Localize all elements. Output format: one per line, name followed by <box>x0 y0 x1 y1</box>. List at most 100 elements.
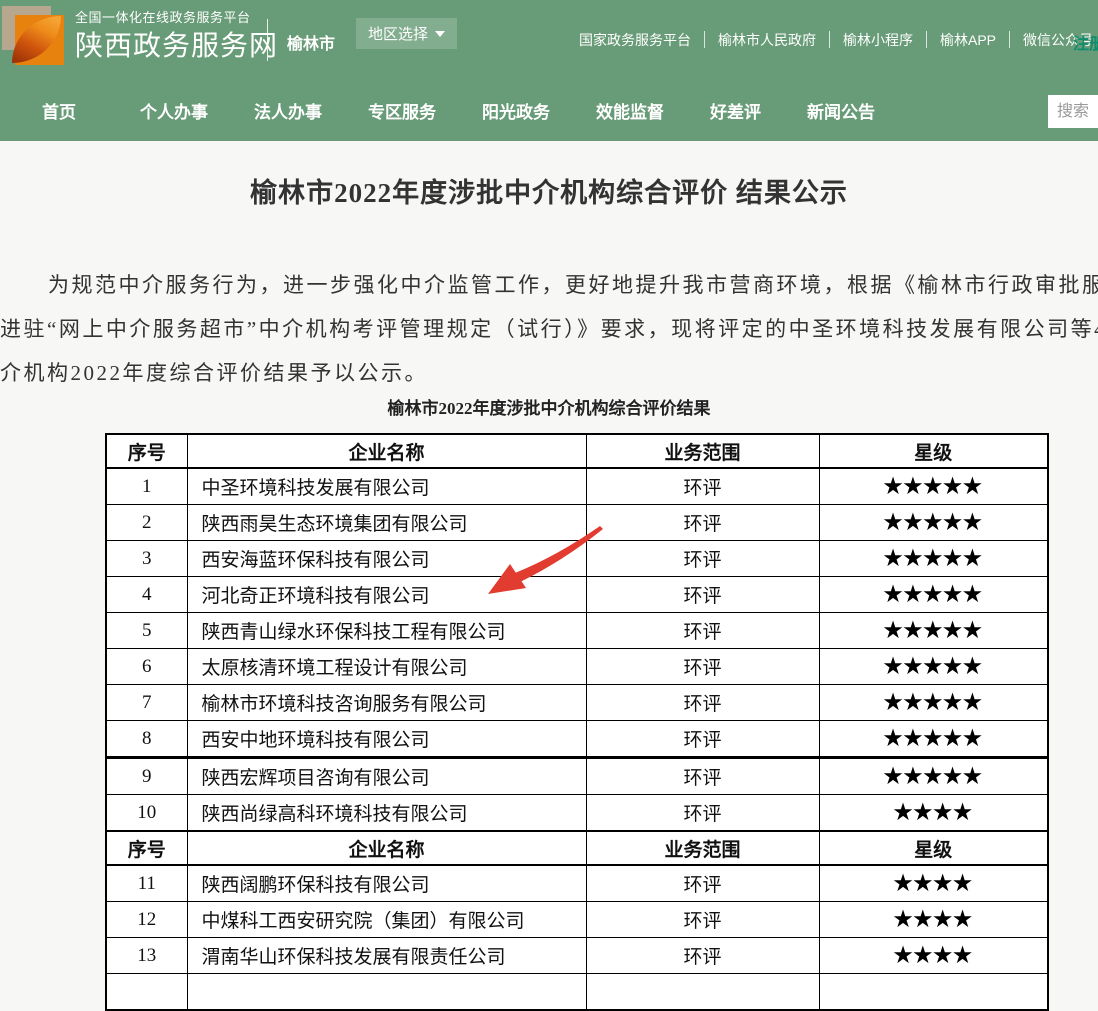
site-header: 全国一体化在线政务服务平台 陕西政务服务网 榆林市 地区选择 国家政务服务平台 … <box>0 0 1098 79</box>
site-name: 陕西政务服务网 <box>75 32 278 60</box>
cell-stars: ★★★★★ <box>819 505 1048 541</box>
table-row: 13渭南华山环保科技发展有限责任公司环评★★★★ <box>106 938 1048 974</box>
nav-item-personal[interactable]: 个人办事 <box>140 98 208 123</box>
cell-no: 1 <box>106 468 187 505</box>
cell-name: 榆林市环境科技咨询服务有限公司 <box>187 685 586 721</box>
cell-name: 陕西雨昊生态环境集团有限公司 <box>187 505 586 541</box>
cell-stars: ★★★★★ <box>819 468 1048 505</box>
cell-scope: 环评 <box>586 758 819 795</box>
link-city-government[interactable]: 榆林市人民政府 <box>718 30 816 50</box>
cell-name: 中圣环境科技发展有限公司 <box>187 468 586 505</box>
cell-name: 中煤科工西安研究院（集团）有限公司 <box>187 902 586 938</box>
cell-name: 太原核清环境工程设计有限公司 <box>187 649 586 685</box>
nav-item-rating[interactable]: 好差评 <box>710 98 761 123</box>
table-header-row: 序号企业名称业务范围星级 <box>106 831 1048 865</box>
cell-no: 5 <box>106 613 187 649</box>
column-header: 星级 <box>819 831 1048 865</box>
column-header: 序号 <box>106 434 187 468</box>
table-caption: 榆林市2022年度涉批中介机构综合评价结果 <box>0 399 1098 419</box>
header-divider <box>267 19 268 61</box>
table-row: 9陕西宏辉项目咨询有限公司环评★★★★★ <box>106 758 1048 795</box>
column-header: 业务范围 <box>586 434 819 468</box>
link-separator <box>926 31 927 48</box>
cell-name: 渭南华山环保科技发展有限责任公司 <box>187 938 586 974</box>
nav-items: 首页 个人办事 法人办事 专区服务 阳光政务 效能监督 好差评 新闻公告 <box>42 98 875 123</box>
top-links: 国家政务服务平台 榆林市人民政府 榆林小程序 榆林APP 微信公众号 <box>579 0 1093 79</box>
nav-item-news[interactable]: 新闻公告 <box>807 98 875 123</box>
cell-empty <box>187 974 586 1011</box>
cell-stars: ★★★★★ <box>819 758 1048 795</box>
cell-name: 陕西青山绿水环保科技工程有限公司 <box>187 613 586 649</box>
chevron-down-icon <box>435 31 445 37</box>
cell-stars: ★★★★ <box>819 902 1048 938</box>
table-row: 11陕西阔鹏环保科技有限公司环评★★★★ <box>106 865 1048 902</box>
cell-scope: 环评 <box>586 505 819 541</box>
announcement-paragraph: 为规范中介服务行为，进一步强化中介监管工作，更好地提升我市营商环境，根据《榆林市… <box>0 263 1098 395</box>
cell-stars: ★★★★ <box>819 865 1048 902</box>
cell-empty <box>586 974 819 1011</box>
cell-stars: ★★★★★ <box>819 685 1048 721</box>
column-header: 星级 <box>819 434 1048 468</box>
cell-no: 2 <box>106 505 187 541</box>
nav-item-efficiency[interactable]: 效能监督 <box>596 98 664 123</box>
results-table-body: 序号企业名称业务范围星级1中圣环境科技发展有限公司环评★★★★★2陕西雨昊生态环… <box>106 434 1048 1010</box>
column-header: 企业名称 <box>187 831 586 865</box>
table-row: 6太原核清环境工程设计有限公司环评★★★★★ <box>106 649 1048 685</box>
link-separator <box>1009 31 1010 48</box>
cell-stars: ★★★★★ <box>819 541 1048 577</box>
column-header: 业务范围 <box>586 831 819 865</box>
cell-scope: 环评 <box>586 577 819 613</box>
cell-name: 陕西宏辉项目咨询有限公司 <box>187 758 586 795</box>
page-title: 榆林市2022年度涉批中介机构综合评价 结果公示 <box>0 141 1098 211</box>
nav-item-home[interactable]: 首页 <box>42 98 76 123</box>
cell-scope: 环评 <box>586 938 819 974</box>
cell-no: 12 <box>106 902 187 938</box>
cell-stars: ★★★★ <box>819 938 1048 974</box>
cell-empty <box>819 974 1048 1011</box>
brand-block: 全国一体化在线政务服务平台 陕西政务服务网 <box>75 11 278 60</box>
cell-name: 西安中地环境科技有限公司 <box>187 721 586 758</box>
table-row: 10陕西尚绿高科环境科技有限公司环评★★★★ <box>106 795 1048 832</box>
nav-item-legal-person[interactable]: 法人办事 <box>254 98 322 123</box>
cell-scope: 环评 <box>586 649 819 685</box>
nav-item-zone-services[interactable]: 专区服务 <box>368 98 436 123</box>
table-row: 3西安海蓝环保科技有限公司环评★★★★★ <box>106 541 1048 577</box>
cell-no: 8 <box>106 721 187 758</box>
cell-scope: 环评 <box>586 685 819 721</box>
search-input[interactable] <box>1048 95 1098 128</box>
cell-name: 陕西阔鹏环保科技有限公司 <box>187 865 586 902</box>
cell-no: 9 <box>106 758 187 795</box>
cell-stars: ★★★★ <box>819 795 1048 832</box>
table-row: 5陕西青山绿水环保科技工程有限公司环评★★★★★ <box>106 613 1048 649</box>
current-city-label: 榆林市 <box>287 30 335 54</box>
table-row-partial <box>106 974 1048 1011</box>
paragraph-line: 进驻“网上中介服务超市”中介机构考评管理规定（试行）》要求，现将评定的中圣环境科… <box>0 307 1098 351</box>
cell-scope: 环评 <box>586 902 819 938</box>
cell-scope: 环评 <box>586 613 819 649</box>
table-row: 7榆林市环境科技咨询服务有限公司环评★★★★★ <box>106 685 1048 721</box>
region-select-button[interactable]: 地区选择 <box>356 18 457 49</box>
site-logo-icon <box>2 2 66 66</box>
paragraph-line: 介机构2022年度综合评价结果予以公示。 <box>0 351 1098 395</box>
link-mini-program[interactable]: 榆林小程序 <box>843 30 913 50</box>
cell-no: 4 <box>106 577 187 613</box>
cell-scope: 环评 <box>586 468 819 505</box>
link-national-platform[interactable]: 国家政务服务平台 <box>579 30 691 50</box>
cell-scope: 环评 <box>586 541 819 577</box>
cell-no: 6 <box>106 649 187 685</box>
cell-no: 3 <box>106 541 187 577</box>
nav-item-open-government[interactable]: 阳光政务 <box>482 98 550 123</box>
column-header: 企业名称 <box>187 434 586 468</box>
cell-scope: 环评 <box>586 721 819 758</box>
results-table: 序号企业名称业务范围星级1中圣环境科技发展有限公司环评★★★★★2陕西雨昊生态环… <box>105 433 1049 1011</box>
platform-line: 全国一体化在线政务服务平台 <box>75 11 278 24</box>
table-row: 4河北奇正环境科技有限公司环评★★★★★ <box>106 577 1048 613</box>
link-yulin-app[interactable]: 榆林APP <box>940 30 996 50</box>
cell-empty <box>106 974 187 1011</box>
cell-name: 河北奇正环境科技有限公司 <box>187 577 586 613</box>
register-link[interactable]: 注册 <box>1073 30 1098 54</box>
cell-stars: ★★★★★ <box>819 649 1048 685</box>
table-row: 1中圣环境科技发展有限公司环评★★★★★ <box>106 468 1048 505</box>
cell-no: 10 <box>106 795 187 832</box>
region-select-label: 地区选择 <box>368 23 428 44</box>
